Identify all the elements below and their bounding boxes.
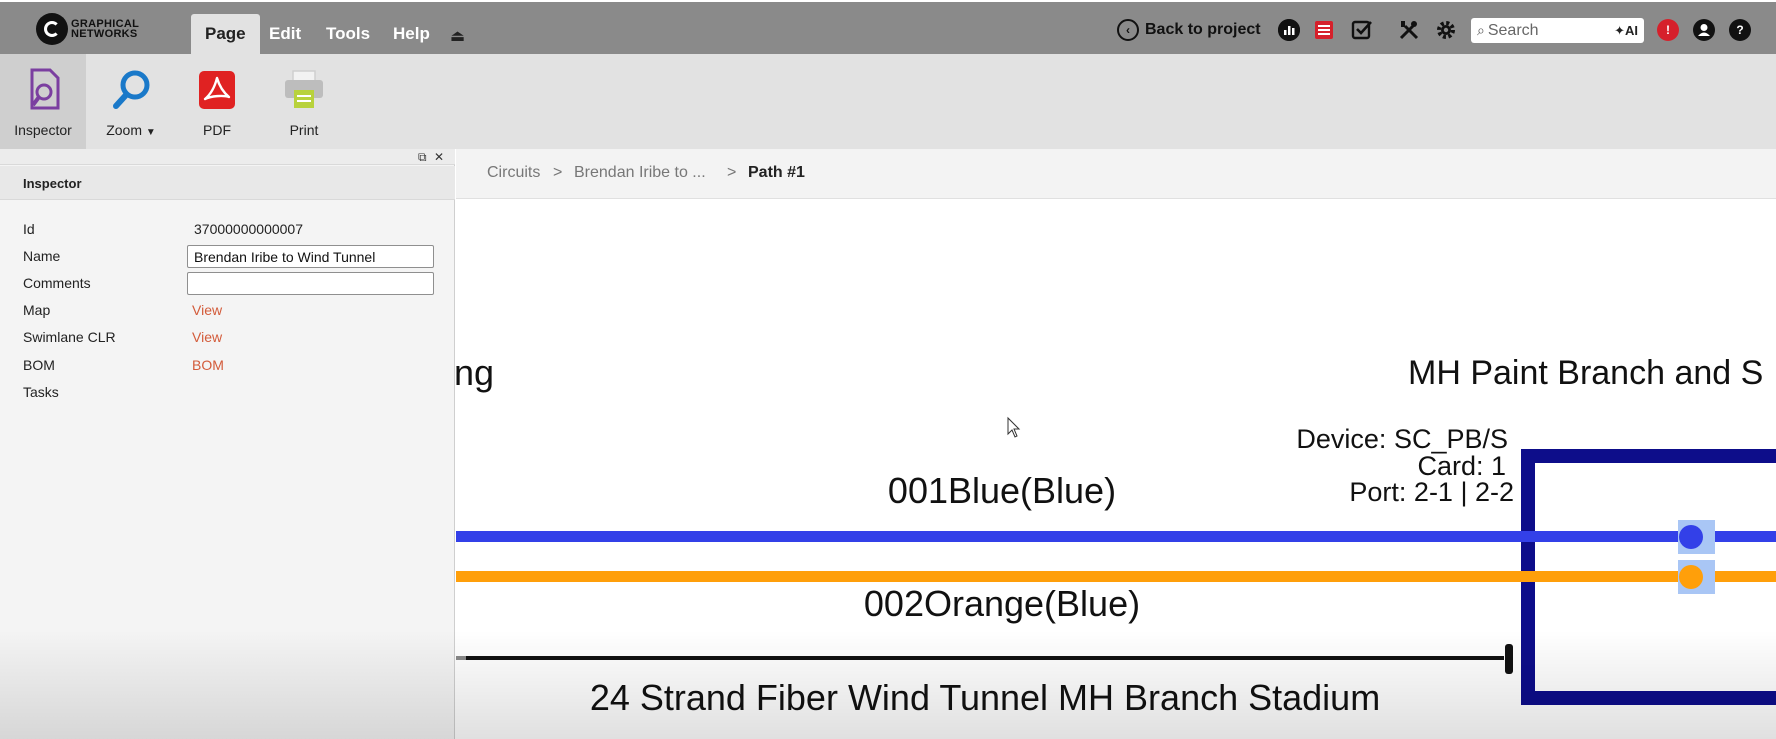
inspector-header: Inspector (0, 166, 455, 200)
logo-text: GRAPHICAL NETWORKS (71, 18, 140, 40)
left-device-name: ng (456, 352, 494, 393)
tasks-label: Tasks (23, 384, 59, 400)
gear-icon[interactable] (1435, 19, 1457, 41)
eject-icon[interactable]: ⏏ (450, 26, 465, 46)
tab-help[interactable]: Help (379, 14, 444, 54)
map-label: Map (23, 302, 51, 318)
comments-field[interactable] (187, 272, 434, 295)
strand-line-orange-device (1521, 571, 1776, 582)
popout-icon[interactable]: ⧉ (418, 150, 427, 165)
pdf-label: PDF (203, 122, 231, 138)
cable-label: 24 Strand Fiber Wind Tunnel MH Branch St… (590, 677, 1380, 718)
chevron-left-icon: ‹ (1117, 19, 1139, 41)
inspector-icon (30, 68, 60, 110)
caret-down-icon: ▼ (145, 127, 156, 138)
breadcrumb-separator: > (727, 164, 737, 181)
search-input[interactable] (1487, 21, 1615, 40)
map-view-link[interactable]: View (192, 302, 222, 318)
diagram-area: Circuits > Brendan Iribe to ... > Path #… (456, 149, 1776, 739)
help-icon[interactable]: ? (1729, 19, 1751, 41)
checklist-icon[interactable] (1351, 19, 1373, 41)
pdf-button[interactable]: PDF (174, 54, 260, 149)
id-value: 37000000000007 (194, 221, 304, 237)
strand-label-orange: 002Orange(Blue) (864, 583, 1140, 624)
print-icon (285, 70, 323, 108)
app-window: GRAPHICAL NETWORKS Page Edit Tools Help … (0, 0, 1776, 739)
zoom-icon (113, 70, 150, 109)
zoom-label: Zoom ▼ (106, 122, 156, 138)
cable-end-connector[interactable] (1505, 644, 1513, 674)
port-2-1-dot (1679, 525, 1703, 549)
inspector-panel: ⧉ ✕ Inspector Id 37000000000007 Name Com… (0, 149, 455, 739)
breadcrumb: Circuits > Brendan Iribe to ... > Path #… (456, 149, 1776, 199)
tab-edit[interactable]: Edit (255, 14, 315, 54)
pdf-icon (199, 71, 235, 109)
back-to-project-label: Back to project (1145, 21, 1261, 38)
sparkle-icon: ✦ (1614, 22, 1625, 38)
swimlane-view-link[interactable]: View (192, 329, 222, 345)
cable-line[interactable] (466, 656, 1504, 660)
chart-icon[interactable] (1278, 19, 1300, 41)
comments-label: Comments (23, 275, 91, 291)
ai-search-button[interactable]: ✦AI (1614, 23, 1638, 39)
logo-mark-icon (36, 13, 68, 45)
tab-tools[interactable]: Tools (312, 14, 384, 54)
print-label: Print (289, 122, 319, 138)
circuit-path-canvas[interactable]: ng MH Paint Branch and S Device: SC_PB/S… (456, 200, 1776, 739)
top-menu-bar: GRAPHICAL NETWORKS Page Edit Tools Help … (0, 2, 1776, 54)
tools-icon[interactable] (1398, 19, 1420, 41)
id-label: Id (23, 221, 35, 237)
device-info-device: Device: SC_PB/S (1296, 424, 1508, 454)
zoom-button[interactable]: Zoom ▼ (88, 54, 174, 149)
swimlane-clr-label: Swimlane CLR (23, 329, 116, 345)
ribbon-toolbar: Inspector Zoom ▼ PDF Print (0, 54, 1776, 149)
port-2-2-dot (1679, 565, 1703, 589)
report-icon[interactable] (1313, 19, 1335, 41)
alert-icon[interactable]: ! (1657, 19, 1679, 41)
back-to-project-button[interactable]: ‹ Back to project (1117, 16, 1261, 44)
panel-controls-bar: ⧉ ✕ (0, 149, 455, 165)
inspector-label: Inspector (14, 122, 72, 138)
graphical-networks-logo[interactable]: GRAPHICAL NETWORKS (36, 13, 166, 45)
bom-link[interactable]: BOM (192, 357, 224, 373)
strand-line-blue-device (1521, 531, 1776, 542)
search-icon: ⌕ (1477, 22, 1485, 38)
breadcrumb-path: Path #1 (748, 164, 805, 181)
name-field[interactable] (187, 245, 434, 268)
bom-label: BOM (23, 357, 55, 373)
inspector-button[interactable]: Inspector (0, 54, 86, 149)
mouse-cursor-icon (1007, 416, 1021, 438)
breadcrumb-separator: > (553, 164, 563, 181)
breadcrumb-circuits[interactable]: Circuits (487, 164, 540, 182)
close-icon[interactable]: ✕ (434, 150, 444, 164)
tab-page[interactable]: Page (191, 14, 260, 54)
print-button[interactable]: Print (261, 54, 347, 149)
inspector-title: Inspector (23, 176, 82, 191)
right-device-title: MH Paint Branch and S (1408, 354, 1763, 392)
name-label: Name (23, 248, 61, 264)
breadcrumb-circuit-name[interactable]: Brendan Iribe to ... (574, 164, 706, 182)
device-info-port: Port: 2-1 | 2-2 (1349, 477, 1514, 507)
user-icon[interactable] (1693, 19, 1715, 41)
circuit-diagram[interactable]: ng MH Paint Branch and S Device: SC_PB/S… (456, 200, 1776, 739)
search-box[interactable]: ⌕ ✦AI (1471, 18, 1644, 43)
strand-label-blue: 001Blue(Blue) (888, 470, 1116, 511)
